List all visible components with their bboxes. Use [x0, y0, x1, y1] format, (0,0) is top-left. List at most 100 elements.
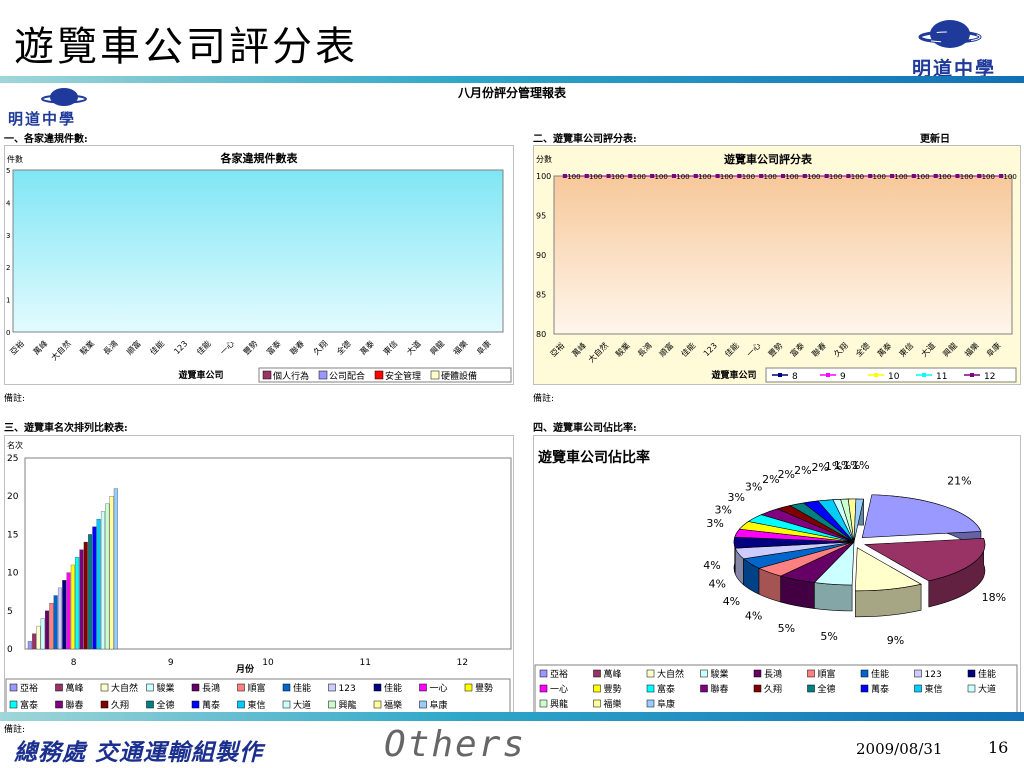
- legend-swatch: [807, 684, 815, 693]
- header-band: [0, 76, 1024, 83]
- legend-swatch: [100, 700, 109, 709]
- y-tick-label: 3: [6, 232, 10, 240]
- legend-label: 11: [936, 372, 947, 382]
- x-tick-label: 長鴻: [101, 338, 119, 356]
- legend-swatch: [646, 699, 655, 708]
- chart-title: 遊覽車公司佔比率: [538, 449, 650, 466]
- rank-bar: [113, 488, 118, 650]
- data-label: 100: [1003, 173, 1016, 181]
- rank-chart: 名次 0 5 10 15 20 25 8 9 10 11 12 月份亞裕 萬峰 大自然 駿業 長鴻 順富 佳能 123…: [5, 440, 512, 716]
- x-tick-label: 亞裕: [8, 338, 26, 356]
- legend-label: 聯春: [711, 683, 729, 695]
- y-tick-label: 4: [6, 199, 11, 207]
- legend-label: 公司配合: [329, 370, 365, 382]
- x-tick-label: 全德: [334, 338, 352, 356]
- pie-data-label: 2%: [778, 468, 795, 481]
- legend-label: 豐勢: [475, 682, 493, 694]
- rank-bar: [88, 534, 93, 650]
- legend-label: 123: [925, 670, 942, 680]
- plot-area: [12, 169, 504, 333]
- legend-label: 富泰: [20, 699, 38, 711]
- legend-label: 亞裕: [20, 682, 38, 694]
- legend-swatch: [282, 700, 291, 709]
- y-tick-label: 80: [536, 330, 546, 339]
- rank-bar: [92, 526, 97, 650]
- legend-label: 佳能: [978, 668, 996, 680]
- x-tick-label: 12: [457, 658, 468, 668]
- x-tick-label: 興龍: [428, 338, 446, 356]
- legend-label: 興龍: [339, 699, 357, 711]
- small-logo-text: 明道中學: [8, 110, 77, 128]
- footer-date: 2009/08/31: [856, 740, 943, 758]
- legend-swatch: [328, 700, 336, 709]
- legend-swatch: [539, 684, 548, 693]
- legend-swatch: [753, 684, 762, 693]
- legend-label: 大道: [293, 699, 311, 711]
- legend-swatch: [914, 669, 922, 678]
- rank-bar: [83, 541, 88, 650]
- legend-swatch: [700, 669, 708, 678]
- legend-marker: [778, 373, 782, 377]
- rank-bar: [36, 625, 41, 650]
- legend-label: 佳能: [293, 682, 311, 694]
- legend-swatch: [419, 683, 427, 692]
- legend-swatch: [593, 699, 601, 708]
- rank-chart-panel: 名次 0 5 10 15 20 25 8 9 10 11 12 月份 亞裕 萬峰 大自然 駿業 長鴻 順富 佳能 123…: [4, 435, 514, 717]
- legend-label: 久翔: [764, 683, 782, 695]
- data-label: 100: [589, 173, 602, 181]
- pie-data-label: 4%: [745, 610, 762, 623]
- legend-label: 12: [984, 372, 995, 382]
- pie-data-label: 18%: [982, 591, 1006, 604]
- y-axis-label: 件數: [7, 154, 23, 164]
- violations-chart: 各家違規件數表件數012345亞裕 萬峰 大自然 駿業 長鴻 順富 佳能 123 佳能 一心 豐勢富…: [6, 151, 512, 383]
- x-tick-label: 豐勢: [241, 338, 259, 356]
- x-tick-label: 11: [359, 658, 370, 668]
- legend-swatch: [237, 683, 245, 692]
- x-axis-label: 月份: [235, 663, 255, 675]
- pie-data-label: 3%: [715, 504, 732, 517]
- rank-bar: [66, 572, 71, 650]
- legend-swatch: [419, 700, 427, 709]
- rank-bar: [40, 618, 45, 650]
- legend-swatch: [55, 683, 63, 692]
- legend-swatch: [146, 683, 154, 692]
- legend-swatch: [807, 669, 815, 678]
- legend-swatch: [373, 683, 382, 692]
- pie-data-label: 5%: [778, 622, 795, 635]
- legend-label: 10: [888, 372, 900, 382]
- legend-label: 豐勢: [604, 683, 622, 695]
- legend-label: 聯春: [66, 699, 84, 711]
- legend-label: 福樂: [604, 698, 622, 710]
- pie-data-label: 21%: [947, 474, 971, 487]
- legend-swatch: [593, 684, 601, 693]
- legend-label: 佳能: [384, 682, 402, 694]
- legend-label: 9: [840, 372, 846, 382]
- legend-swatch: [539, 669, 548, 678]
- note-3: 備註:: [4, 725, 26, 735]
- y-tick-label: 5: [7, 607, 13, 617]
- legend-swatch: [9, 700, 18, 709]
- rank-bar: [79, 549, 84, 650]
- x-tick-label: 聯春: [288, 338, 306, 356]
- x-axis-label: 遊覽車公司: [178, 369, 223, 381]
- plot-area: [553, 175, 1013, 335]
- data-label: 100: [764, 173, 777, 181]
- legend-swatch: [430, 370, 440, 380]
- data-label: 100: [742, 173, 755, 181]
- x-tick-label: 久翔: [311, 338, 329, 356]
- note-2: 備註:: [533, 394, 555, 404]
- y-tick-label: 95: [536, 212, 546, 221]
- legend-label: 大自然: [111, 682, 138, 694]
- legend-label: 硬體設備: [441, 370, 477, 382]
- y-axis-label: 名次: [7, 440, 23, 450]
- legend-swatch: [262, 370, 272, 380]
- rank-bar: [49, 603, 54, 650]
- legend-label: 安全管理: [385, 370, 421, 382]
- pie-data-label: 1%: [852, 459, 869, 472]
- rank-bar: [96, 518, 101, 650]
- data-label: 100: [807, 173, 820, 181]
- data-label: 100: [851, 173, 864, 181]
- violations-chart-panel: 各家違規件數表 件數 0 1 2 3 4 5 亞裕 萬峰 大自然 駿業 長鴻 順富 佳能 123 佳能 一心 豐勢富…: [4, 145, 514, 385]
- data-label: 100: [938, 173, 951, 181]
- legend-swatch: [191, 683, 200, 692]
